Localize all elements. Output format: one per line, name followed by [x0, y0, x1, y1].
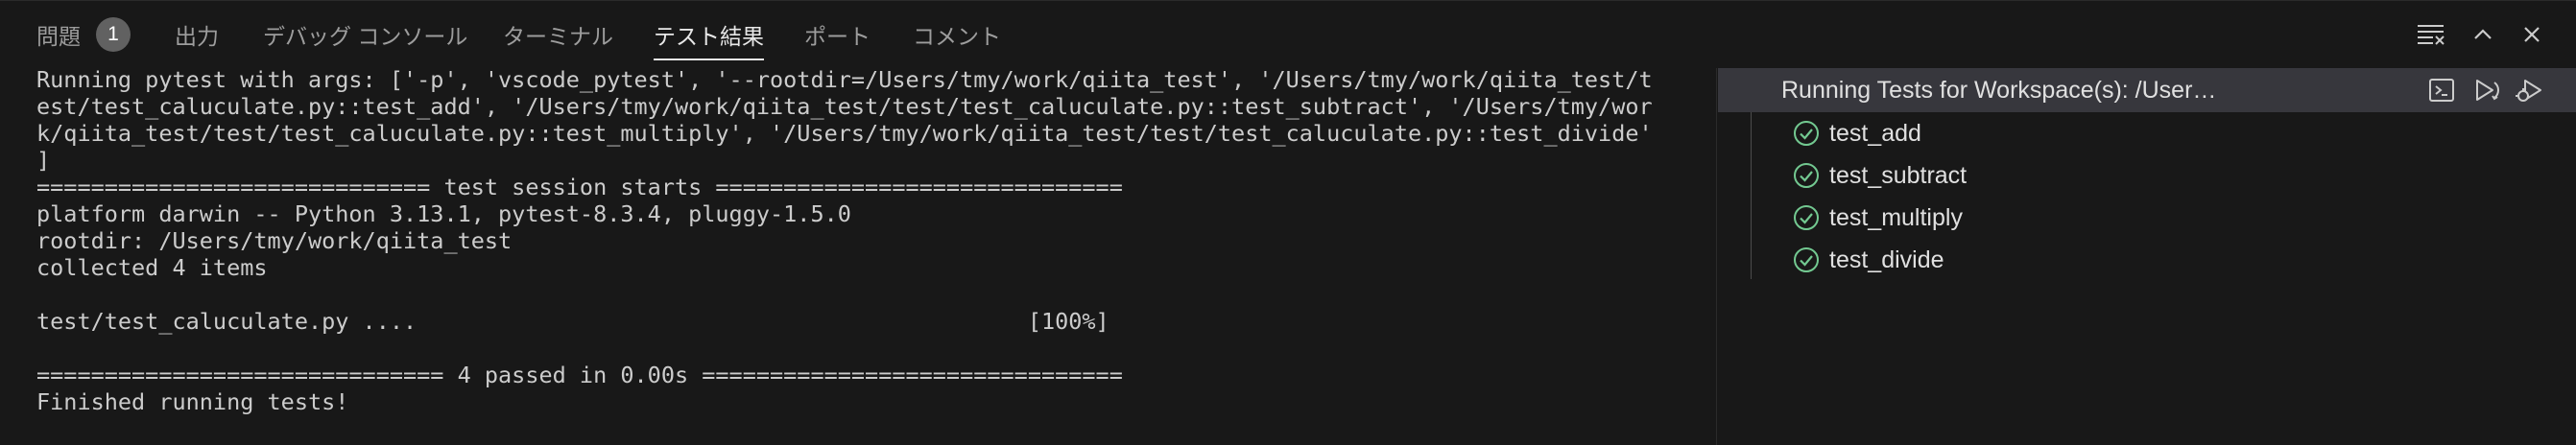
terminal-line: collected 4 items: [36, 254, 268, 281]
terminal-line: ============================= test sessi…: [36, 174, 1123, 200]
passed-check-icon: [1794, 121, 1819, 146]
test-name: test_multiply: [1829, 204, 1963, 231]
passed-check-icon: [1794, 205, 1819, 230]
terminal-line: ============================== 4 passed …: [36, 362, 1123, 388]
test-name: test_subtract: [1829, 162, 1968, 189]
tab-ports-label: ポート: [804, 24, 871, 49]
test-run-title: Running Tests for Workspace(s): /Users/t…: [1781, 77, 2217, 104]
terminal-line: est/test_caluculate.py::test_add', '/Use…: [36, 93, 1653, 120]
open-terminal-icon[interactable]: [2426, 75, 2457, 105]
close-panel-icon[interactable]: [2516, 18, 2548, 51]
passed-check-icon: [1794, 247, 1819, 272]
test-run-header[interactable]: Running Tests for Workspace(s): /Users/t…: [1718, 68, 2576, 112]
maximize-panel-icon[interactable]: [2467, 18, 2499, 51]
test-output-terminal[interactable]: Running pytest with args: ['-p', 'vscode…: [36, 66, 1687, 440]
passed-check-icon: [1794, 163, 1819, 188]
terminal-line: k/qiita_test/test/test_caluculate.py::te…: [36, 120, 1653, 147]
terminal-line: Finished running tests!: [36, 388, 349, 415]
clear-output-icon[interactable]: [2415, 18, 2447, 51]
terminal-line: ]: [36, 147, 51, 174]
terminal-line: test/test_caluculate.py .... [100%]: [36, 308, 1109, 335]
problems-count-badge: 1: [96, 17, 131, 52]
test-item-test-subtract[interactable]: test_subtract: [1718, 154, 2576, 197]
debug-tests-icon[interactable]: [2515, 75, 2545, 105]
test-item-test-add[interactable]: test_add: [1718, 112, 2576, 154]
split-divider[interactable]: [1716, 68, 1717, 445]
tab-output-label: 出力: [175, 24, 219, 49]
tab-comments-label: コメント: [913, 24, 1001, 49]
tab-terminal-label: ターミナル: [503, 24, 613, 49]
test-name: test_divide: [1829, 246, 1944, 273]
test-item-test-divide[interactable]: test_divide: [1718, 239, 2576, 281]
tab-debug-console[interactable]: デバッグ コンソール: [263, 1, 467, 68]
tab-ports[interactable]: ポート: [804, 1, 871, 68]
tab-comments[interactable]: コメント: [913, 1, 1001, 68]
test-name: test_add: [1829, 120, 1921, 147]
panel-tab-bar: 問題 1 出力 デバッグ コンソール ターミナル テスト結果 ポート コメント: [0, 1, 2576, 68]
test-results-panel: 問題 1 出力 デバッグ コンソール ターミナル テスト結果 ポート コメント: [0, 0, 2576, 445]
terminal-line: platform darwin -- Python 3.13.1, pytest…: [36, 200, 851, 227]
tab-output[interactable]: 出力: [175, 1, 219, 68]
terminal-line: rootdir: /Users/tmy/work/qiita_test: [36, 227, 513, 254]
tab-test-results[interactable]: テスト結果: [654, 1, 764, 68]
terminal-line: Running pytest with args: ['-p', 'vscode…: [36, 66, 1653, 93]
run-tests-icon[interactable]: [2470, 75, 2501, 105]
tab-debug-console-label: デバッグ コンソール: [263, 24, 468, 49]
tab-problems[interactable]: 問題 1: [36, 1, 131, 68]
tab-problems-label: 問題: [36, 24, 81, 49]
test-results-tree: Running Tests for Workspace(s): /Users/t…: [1718, 68, 2576, 445]
tab-test-results-label: テスト結果: [654, 24, 764, 49]
tab-terminal[interactable]: ターミナル: [503, 1, 613, 68]
test-item-test-multiply[interactable]: test_multiply: [1718, 197, 2576, 239]
